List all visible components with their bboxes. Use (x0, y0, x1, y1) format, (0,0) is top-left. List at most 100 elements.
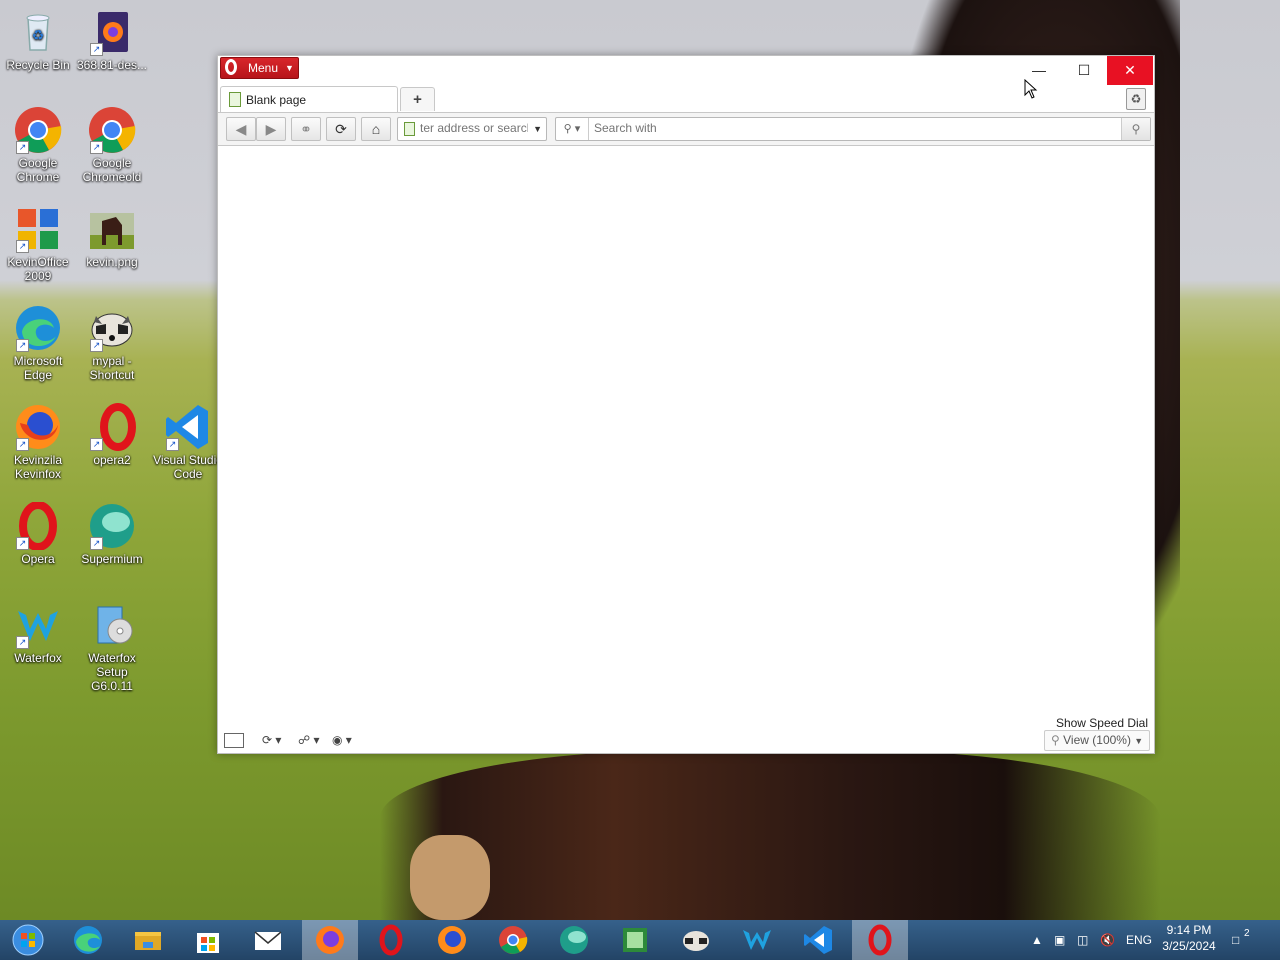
home-button[interactable]: ⌂ (361, 117, 391, 141)
desktop-icon-supermium[interactable]: ↗ Supermium (74, 502, 150, 566)
page-icon (229, 92, 241, 107)
volume-muted-icon[interactable]: 🔇 (1100, 920, 1115, 960)
desktop-icon-google-chromeold[interactable]: ↗ Google Chromeold (74, 106, 150, 184)
mypal-icon (683, 931, 709, 951)
meet-now-icon[interactable]: ▣ (1054, 920, 1065, 960)
show-speed-dial-link[interactable]: Show Speed Dial (1056, 716, 1148, 730)
shortcut-arrow-icon: ↗ (16, 141, 29, 154)
taskbar-office[interactable] (607, 920, 663, 960)
supermium-icon: ↗ (88, 502, 136, 550)
arrow-right-icon: ▶ (265, 121, 277, 137)
desktop-icon-waterfox[interactable]: ↗ Waterfox (0, 601, 76, 665)
share-icon: ☍ ▾ (298, 733, 320, 747)
plus-icon: + (413, 91, 422, 108)
taskbar-mypal[interactable] (668, 920, 724, 960)
trash-can-button[interactable]: ♻ (1126, 88, 1146, 110)
wand-button[interactable]: ⚭ (291, 117, 321, 141)
show-hidden-icons-button[interactable]: ▲ (1031, 920, 1043, 960)
taskbar-firefox[interactable] (424, 920, 480, 960)
search-go-button[interactable]: ⚲ (1121, 118, 1150, 140)
taskbar-chrome[interactable] (485, 920, 541, 960)
tab-blank-page[interactable]: Blank page (220, 86, 398, 112)
taskbar-edge[interactable] (60, 920, 116, 960)
maximize-button[interactable]: ☐ (1061, 56, 1107, 85)
taskbar-supermium[interactable] (546, 920, 602, 960)
shortcut-arrow-icon: ↗ (16, 537, 29, 550)
language-indicator[interactable]: ENG (1126, 920, 1152, 960)
shortcut-arrow-icon: ↗ (166, 438, 179, 451)
desktop-icon-microsoft-edge[interactable]: ↗ Microsoft Edge (0, 304, 76, 382)
taskbar-store[interactable] (180, 920, 236, 960)
desktop-icon-recycle-bin[interactable]: ♻ Recycle Bin (0, 8, 76, 72)
sync-button[interactable]: ⟳ ▾ (262, 730, 281, 750)
shortcut-arrow-icon: ↗ (90, 339, 103, 352)
sync-icon: ⟳ ▾ (262, 733, 282, 747)
chrome-icon: ↗ (14, 106, 62, 154)
desktop-icon-label: Recycle Bin (6, 58, 70, 72)
search-bar[interactable]: ⚲ ▾ ⚲ (555, 117, 1151, 141)
taskbar-opera-active[interactable] (852, 920, 908, 960)
page-content[interactable] (218, 146, 1154, 726)
action-center-button[interactable]: □ 2 (1232, 920, 1254, 960)
desktop-icon-google-chrome[interactable]: ↗ Google Chrome (0, 106, 76, 184)
opera-icon: ↗ (14, 501, 62, 551)
unite-button[interactable]: ☍ ▾ (298, 730, 320, 750)
desktop-icon-label: 368.81-des... (76, 58, 148, 72)
address-bar[interactable]: ▼ (397, 117, 547, 141)
taskbar-vscode[interactable] (790, 920, 846, 960)
start-button[interactable] (0, 920, 56, 960)
desktop-icon-mypal[interactable]: ↗ mypal - Shortcut (74, 304, 150, 382)
desktop-icon-kevinoffice[interactable]: ↗ KevinOffice 2009 (0, 205, 76, 283)
zoom-control[interactable]: ⚲ View (100%) ▼ (1044, 730, 1150, 751)
desktop-icon-label: mypal - Shortcut (89, 354, 135, 382)
search-engine-selector[interactable]: ⚲ ▾ (556, 118, 589, 140)
waterfox-icon: ↗ (14, 601, 62, 649)
close-icon: ✕ (1124, 62, 1136, 78)
new-tab-button[interactable]: + (400, 87, 435, 111)
desktop-icon-kevinzila[interactable]: ↗ Kevinzila Kevinfox (0, 403, 76, 481)
taskbar-mail[interactable] (240, 920, 296, 960)
reload-icon: ⟳ (335, 121, 347, 137)
mypal-icon: ↗ (88, 304, 136, 352)
desktop-icon-label: Waterfox Setup G6.0.11 (88, 651, 136, 693)
system-clock[interactable]: 9:14 PM 3/25/2024 (1160, 922, 1218, 954)
network-icon[interactable]: ◫ (1077, 920, 1088, 960)
desktop-icon-vscode[interactable]: ↗ Visual Studio Code (150, 403, 226, 481)
shortcut-arrow-icon: ↗ (90, 438, 103, 451)
firefox-icon (438, 926, 466, 954)
desktop-icon-waterfox-setup[interactable]: Waterfox Setup G6.0.11 (74, 601, 150, 693)
key-icon: ⚭ (300, 121, 312, 137)
home-icon: ⌂ (371, 121, 381, 137)
desktop-icon-opera2[interactable]: ↗ opera2 (74, 403, 150, 467)
waterfox-icon (743, 930, 771, 950)
desktop-icon-label: KevinOffice 2009 (7, 255, 69, 283)
forward-button[interactable]: ▶ (256, 117, 286, 141)
desktop-icon-368-81-des[interactable]: ↗ 368.81-des... (74, 8, 150, 72)
search-input[interactable] (594, 120, 1114, 136)
address-input[interactable] (420, 120, 528, 136)
recycle-bin-icon: ♻ (14, 8, 62, 56)
desktop-icon-opera[interactable]: ↗ Opera (0, 501, 76, 566)
window-titlebar[interactable]: Menu ▼ — ☐ ✕ (218, 56, 1154, 86)
reload-button[interactable]: ⟳ (326, 117, 356, 141)
minimize-button[interactable]: — (1016, 56, 1062, 85)
desktop-icon-label: Microsoft Edge (13, 354, 63, 382)
opera-menu-button[interactable]: Menu ▼ (220, 57, 299, 79)
taskbar-firefox-nightly[interactable] (302, 920, 358, 960)
shortcut-arrow-icon: ↗ (90, 537, 103, 550)
firefox-icon (316, 926, 344, 954)
wallpaper-horse-legs (380, 750, 1160, 920)
opera-icon (868, 924, 892, 956)
chevron-down-icon[interactable]: ▼ (533, 118, 542, 140)
panel-toggle-button[interactable] (224, 733, 244, 748)
taskbar-file-explorer[interactable] (120, 920, 176, 960)
chevron-down-icon: ▼ (1134, 736, 1144, 746)
chevron-down-icon: ▼ (285, 63, 294, 73)
desktop-icon-kevin-png[interactable]: kevin.png (74, 205, 150, 269)
turbo-button[interactable]: ◉ ▾ (332, 730, 352, 750)
close-button[interactable]: ✕ (1107, 56, 1153, 85)
trash-icon: ♻ (1130, 92, 1142, 106)
taskbar-opera[interactable] (363, 920, 419, 960)
back-button[interactable]: ◀ (226, 117, 256, 141)
taskbar-waterfox[interactable] (729, 920, 785, 960)
